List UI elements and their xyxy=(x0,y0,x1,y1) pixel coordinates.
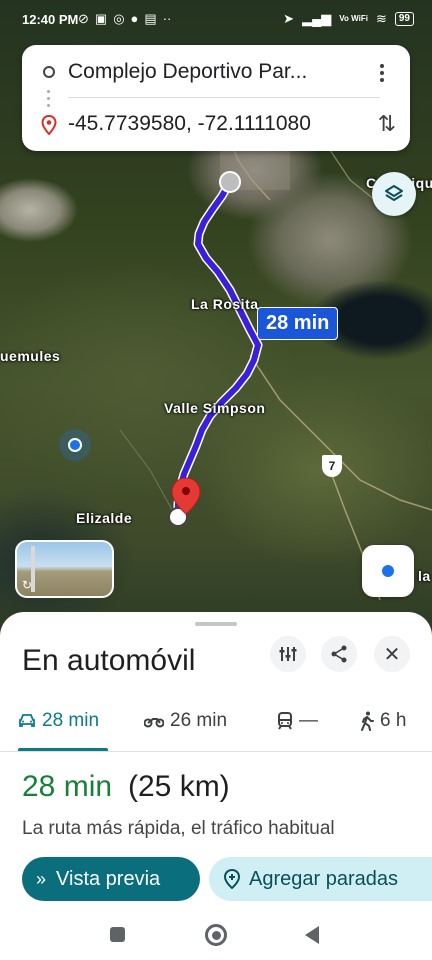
preview-button[interactable]: » Vista previa xyxy=(22,857,200,901)
route-duration: 28 min xyxy=(22,770,113,803)
origin-row[interactable]: Complejo Deportivo Par... xyxy=(22,47,410,97)
printer-icon: ▤ xyxy=(144,11,157,26)
travel-mode-tabs: 28 min 26 min — 6 h xyxy=(0,698,432,752)
close-icon: ✕ xyxy=(383,643,401,666)
train-icon xyxy=(278,712,292,730)
add-stops-label: Agregar paradas xyxy=(249,867,398,890)
destination-pin-icon xyxy=(41,115,57,135)
my-location-dot xyxy=(68,438,82,452)
more-options-button[interactable] xyxy=(372,61,392,85)
my-location-button[interactable] xyxy=(362,545,414,597)
directions-sheet: En automóvil ✕ 28 min 26 min — 6 h 28 mi… xyxy=(0,612,432,912)
route-time-badge[interactable]: 28 min xyxy=(257,307,339,340)
status-time: 12:40 PM xyxy=(22,12,79,27)
tab-car[interactable]: 28 min xyxy=(18,710,99,732)
route-description: La ruta más rápida, el tráfico habitual xyxy=(22,818,335,839)
sheet-drag-handle[interactable] xyxy=(195,622,237,626)
tab-transit-label: — xyxy=(299,710,318,731)
street-view-thumbnail[interactable]: ↻ xyxy=(15,540,114,598)
swap-icon[interactable]: ⇅ xyxy=(378,111,396,137)
back-button[interactable] xyxy=(305,926,319,944)
tab-motorcycle[interactable]: 26 min xyxy=(144,710,227,732)
destination-row[interactable]: -45.7739580, -72.1111080 ⇅ xyxy=(22,99,410,149)
map-label-valle-simpson: Valle Simpson xyxy=(164,400,266,416)
home-button[interactable] xyxy=(205,924,227,946)
more-icon: ·· xyxy=(162,11,172,26)
status-bar: 12:40 PM ⊘ ▣ ◎ ● ▤ ·· ➤ ▂▄▆ Vo WiFi ≋ 99 xyxy=(0,0,432,40)
tab-walk-label: 6 h xyxy=(380,710,407,731)
close-button[interactable]: ✕ xyxy=(374,636,410,672)
add-stops-button[interactable]: Agregar paradas xyxy=(209,857,432,901)
vowifi-label: Vo WiFi xyxy=(339,14,368,23)
navigation-arrow-icon: ➤ xyxy=(283,11,295,26)
map-label-elizalde: Elizalde xyxy=(76,510,133,526)
my-location-icon xyxy=(382,565,394,577)
tab-walk[interactable]: 6 h xyxy=(360,710,406,732)
system-nav-bar xyxy=(0,912,432,960)
status-right: ➤ ▂▄▆ Vo WiFi ≋ 99 xyxy=(283,11,414,27)
origin-marker xyxy=(219,171,241,193)
circle-icon: ● xyxy=(130,11,139,26)
add-stop-icon xyxy=(223,869,241,889)
tab-car-label: 28 min xyxy=(42,710,100,731)
tab-transit[interactable]: — xyxy=(277,710,318,732)
wifi-icon: ≋ xyxy=(375,11,387,26)
street-view-icon: ↻ xyxy=(22,578,33,592)
directions-card: Complejo Deportivo Par... -45.7739580, -… xyxy=(22,45,410,151)
route-options-button[interactable] xyxy=(270,636,306,672)
tab-motorcycle-label: 26 min xyxy=(170,710,228,731)
cell-signal-icon: ▂▄▆ xyxy=(302,11,332,26)
tune-icon xyxy=(279,647,297,661)
car-icon xyxy=(19,714,35,727)
map-label-right-edge: la xyxy=(418,568,431,584)
motorcycle-icon xyxy=(144,718,164,728)
share-icon xyxy=(331,645,347,663)
instagram-icon: ◎ xyxy=(113,11,125,26)
highway-shield: 7 xyxy=(322,455,342,477)
route-distance: (25 km) xyxy=(128,770,230,803)
origin-circle-icon xyxy=(43,66,55,78)
map-view[interactable]: La Rosita Valle Simpson uemules Elizalde… xyxy=(0,0,432,640)
status-left-icons: ⊘ ▣ ◎ ● ▤ ·· xyxy=(78,11,171,27)
home-icon xyxy=(211,930,221,940)
map-label-la-rosita: La Rosita xyxy=(191,296,259,312)
fields-divider xyxy=(68,97,380,98)
layers-icon xyxy=(385,185,403,201)
active-tab-indicator xyxy=(18,748,108,751)
origin-field[interactable]: Complejo Deportivo Par... xyxy=(68,60,360,84)
signal-slash-icon: ⊘ xyxy=(78,11,89,26)
sheet-title: En automóvil xyxy=(22,644,196,677)
battery-indicator: 99 xyxy=(394,12,414,26)
preview-button-label: Vista previa xyxy=(56,867,161,890)
walk-icon xyxy=(361,711,374,731)
share-button[interactable] xyxy=(321,636,357,672)
recents-button[interactable] xyxy=(110,927,125,942)
map-label-huemules: uemules xyxy=(0,348,61,364)
double-chevron-icon: » xyxy=(36,868,47,889)
app-icon: ▣ xyxy=(94,11,108,26)
layers-button[interactable] xyxy=(372,172,416,216)
destination-field[interactable]: -45.7739580, -72.1111080 xyxy=(68,112,360,136)
